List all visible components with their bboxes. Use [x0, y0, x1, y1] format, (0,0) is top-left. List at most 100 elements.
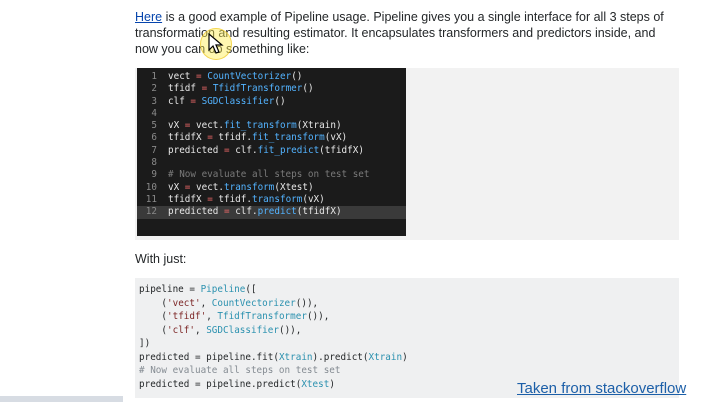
line-number: 9 — [151, 169, 157, 181]
code-token: (vX) — [324, 132, 348, 144]
line-number: 8 — [151, 157, 157, 169]
code-token: vect — [168, 71, 196, 82]
code-line: 9 # Now evaluate all steps on test set — [137, 169, 406, 181]
code-token: predicted = pipeline.predict( — [139, 378, 302, 390]
code-token: predicted — [168, 206, 224, 218]
code-token: () — [291, 71, 303, 82]
code-token: vect. — [190, 181, 224, 193]
code-token: ( — [139, 311, 167, 322]
code-token: tfidfX — [168, 132, 208, 144]
code-token: fit_transform — [224, 120, 297, 132]
code-token: clf. — [229, 206, 258, 218]
code-line: 7 predicted = clf.fit_predict(tfidfX) — [137, 145, 406, 157]
code-token: predict — [257, 206, 297, 218]
line-number: 3 — [151, 95, 157, 107]
code-token: CountVectorizer — [207, 71, 292, 82]
code-token: ) — [329, 378, 335, 390]
code-token: transform — [251, 193, 303, 205]
code-token: transform — [224, 181, 275, 193]
code-line: # Now evaluate all steps on test set — [139, 364, 675, 378]
code-token: (vX) — [302, 193, 325, 205]
code-token: (Xtrain) — [296, 120, 342, 132]
code-token: # Now evaluate all steps on test set — [139, 365, 341, 376]
code-token: clf — [168, 95, 191, 107]
code-token: predicted — [168, 144, 224, 156]
code-token: 'tfidf' — [167, 311, 207, 322]
code-line: ('clf', SGDClassifier()), — [139, 324, 675, 338]
code-line: ('vect', CountVectorizer()), — [139, 297, 675, 311]
code-token: ]) — [139, 338, 151, 349]
code-line: 6 tfidfX = tfidf.fit_transform(vX) — [137, 132, 406, 144]
line-number: 2 — [151, 83, 157, 95]
line-number: 5 — [151, 120, 157, 132]
code-token: # Now evaluate all steps on test set — [168, 169, 370, 181]
code-token: Xtest — [301, 378, 330, 390]
code-token: Pipeline — [200, 284, 246, 295]
line-number: 4 — [151, 107, 157, 119]
code-token: vect. — [190, 120, 224, 132]
line-number: 11 — [145, 193, 157, 205]
code-line: pipeline = Pipeline([ — [139, 283, 675, 297]
code-token: 'vect' — [167, 297, 201, 309]
line-number: 6 — [151, 132, 157, 144]
code-token: 'clf' — [167, 324, 195, 336]
line-number: 12 — [145, 206, 157, 218]
code-line: ('tfidf', TfidfTransformer()), — [139, 310, 675, 324]
code-token: () — [302, 83, 314, 95]
code-token: TfidfTransformer — [212, 83, 303, 95]
cursor-highlight — [200, 28, 232, 60]
code-token: CountVectorizer — [211, 297, 296, 309]
stackoverflow-credit-link[interactable]: Taken from stackoverflow — [517, 380, 686, 397]
bottom-scroll-bar[interactable] — [0, 396, 123, 402]
line-number: 10 — [145, 181, 157, 193]
code-token: , — [206, 311, 218, 322]
code-token: predicted = pipeline.fit( — [139, 351, 279, 363]
code-token: , — [200, 297, 212, 309]
code-token: (tfidfX) — [296, 206, 342, 218]
code-line: predicted = pipeline.fit(Xtrain).predict… — [139, 351, 675, 365]
code-token: vX — [168, 120, 185, 132]
with-just-label: With just: — [135, 252, 187, 266]
code-token: vX — [168, 181, 185, 193]
code-line: 10 vX = vect.transform(Xtest) — [137, 182, 406, 194]
code-line: 4 — [137, 108, 406, 120]
code-token: ()), — [306, 311, 330, 322]
code-token: clf. — [229, 144, 258, 156]
code-token: (tfidfX) — [319, 144, 364, 156]
code-token: tfidf. — [212, 132, 252, 144]
code-token: () — [274, 95, 286, 107]
code-token: , — [195, 324, 207, 336]
code-token: tfidfX — [168, 193, 208, 205]
code-line: 5 vX = vect.fit_transform(Xtrain) — [137, 120, 406, 132]
code-line: 11 tfidfX = tfidf.transform(vX) — [137, 194, 406, 206]
code-token: (Xtest) — [274, 181, 314, 193]
code-line: 1 vect = CountVectorizer() — [137, 71, 406, 83]
code-token: ( — [139, 324, 167, 336]
code-line: 2 tfidf = TfidfTransformer() — [137, 83, 406, 95]
code-token: ( — [139, 297, 167, 309]
code-token: pipeline = — [139, 284, 201, 295]
line-number: 1 — [151, 71, 157, 82]
code-token: ).predict( — [312, 351, 369, 363]
code-token: Xtrain — [278, 351, 313, 363]
code-token: Xtrain — [368, 351, 403, 363]
code-line: 12 predicted = clf.predict(tfidfX) — [137, 206, 406, 219]
code-token: fit_predict — [257, 144, 320, 156]
code-token: SGDClassifier — [201, 95, 275, 107]
code-token: ([ — [245, 284, 257, 295]
code-token: ()), — [295, 297, 319, 309]
code-token: tfidf. — [212, 193, 252, 205]
code-token: ()), — [278, 324, 302, 336]
dark-code-block[interactable]: 1 vect = CountVectorizer() 2 tfidf = TfidfT… — [137, 68, 406, 236]
here-link[interactable]: Here — [135, 10, 162, 24]
code-token: ) — [402, 351, 408, 363]
code-token: TfidfTransformer — [217, 311, 307, 322]
line-number: 7 — [151, 144, 157, 156]
code-line: ]) — [139, 337, 675, 351]
code-line: 8 — [137, 157, 406, 169]
code-token: SGDClassifier — [206, 324, 279, 336]
mouse-pointer-icon — [208, 33, 224, 54]
code-line: 3 clf = SGDClassifier() — [137, 96, 406, 108]
code-token: tfidf — [168, 83, 202, 95]
code-token: fit_transform — [251, 132, 325, 144]
